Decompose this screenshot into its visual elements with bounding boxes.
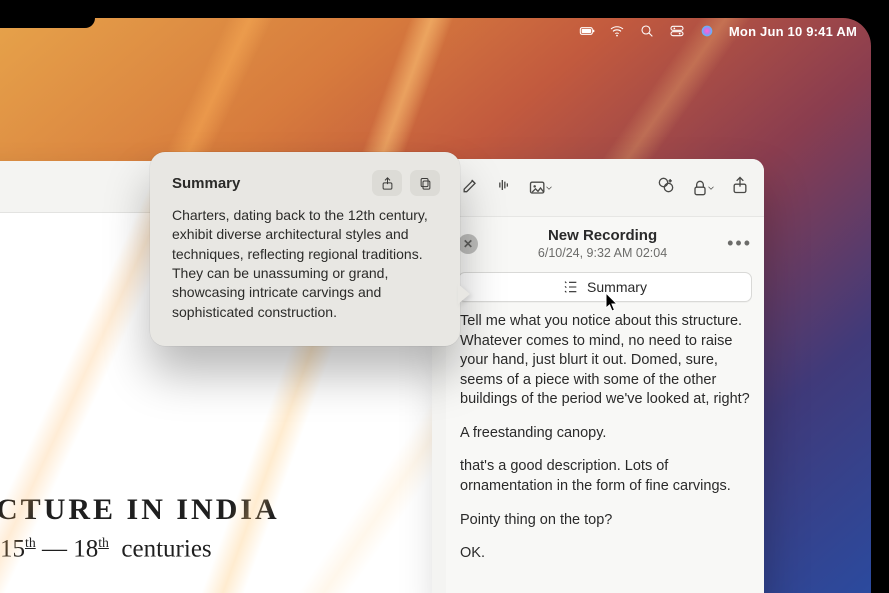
handwriting-line-1: TECTURE IN INDIA [0,493,280,527]
recording-title: New Recording [486,227,719,244]
popover-title: Summary [172,175,240,192]
media-menu-icon[interactable] [528,178,554,198]
transcript-para: Pointy thing on the top? [460,511,750,531]
link-icon[interactable] [656,175,676,200]
share-icon[interactable] [730,175,750,200]
recording-toolbar [446,159,764,217]
spotlight-icon[interactable] [639,23,655,39]
compose-icon[interactable] [460,175,480,200]
close-icon[interactable]: ✕ [458,234,478,254]
recording-subtitle: 6/10/24, 9:32 AM 02:04 [486,246,719,260]
siri-icon[interactable] [699,23,715,39]
recording-panel: ✕ New Recording 6/10/24, 9:32 AM 02:04 •… [446,159,764,593]
copy-summary-button[interactable] [410,170,440,196]
transcript: Tell me what you notice about this struc… [446,312,764,592]
recording-header: ✕ New Recording 6/10/24, 9:32 AM 02:04 •… [446,217,764,264]
menubar-clock[interactable]: Mon Jun 10 9:41 AM [729,24,857,39]
transcript-para: that's a good description. Lots of ornam… [460,457,750,496]
handwriting-line-2: 15th — 18th centuries [0,535,430,563]
menu-bar: Mon Jun 10 9:41 AM [0,18,871,44]
handwritten-note: TECTURE IN INDIA 15th — 18th centuries [0,493,430,563]
waveform-icon[interactable] [494,175,514,200]
transcript-para: A freestanding canopy. [460,424,750,444]
transcript-para: Tell me what you notice about this struc… [460,312,750,410]
lock-menu-icon[interactable] [690,178,716,198]
cursor-icon [605,292,619,312]
more-icon[interactable]: ••• [727,233,752,254]
wifi-icon[interactable] [609,23,625,39]
control-center-icon[interactable] [669,23,685,39]
share-summary-button[interactable] [372,170,402,196]
summary-popover: Summary Charters, dating back to the 12t… [150,152,460,346]
popover-body: Charters, dating back to the 12th centur… [172,206,440,322]
transcript-para: OK. [460,544,750,564]
battery-icon[interactable] [579,23,595,39]
